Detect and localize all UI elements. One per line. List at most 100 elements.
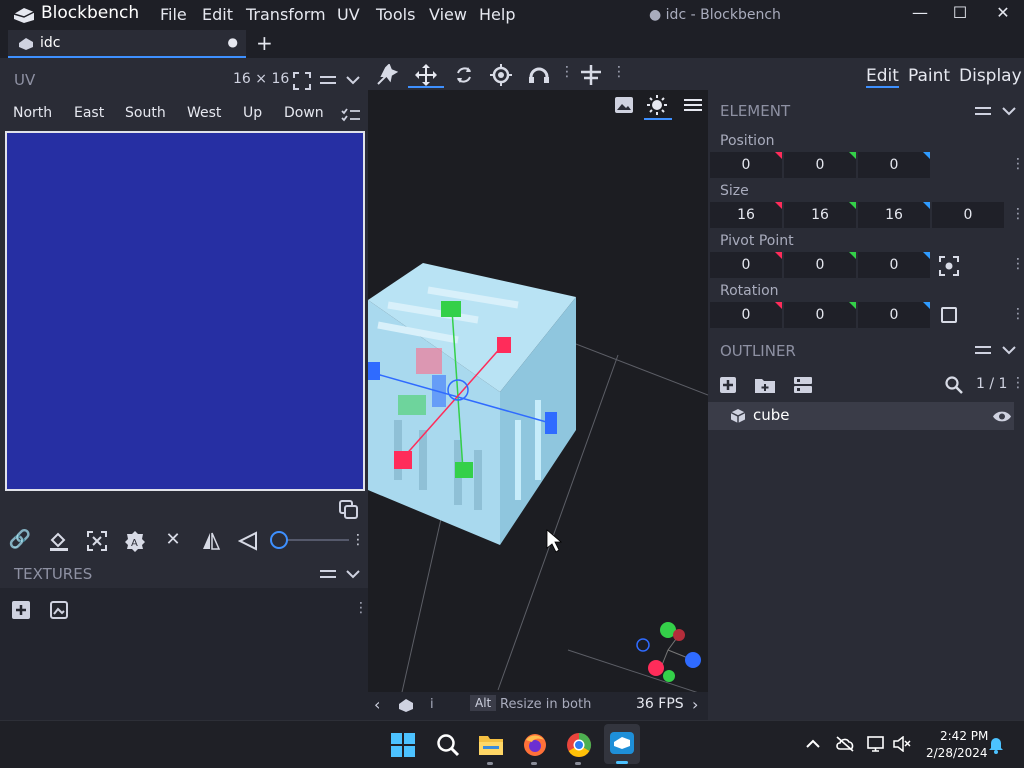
position-x-input[interactable]: 0 <box>710 152 782 178</box>
more-vertical-icon[interactable]: ⋮ <box>1011 375 1024 391</box>
background-image-icon[interactable] <box>614 96 634 114</box>
face-east[interactable]: East <box>74 105 104 121</box>
uv-slider-knob[interactable] <box>270 531 288 549</box>
checklist-icon[interactable] <box>341 107 361 123</box>
new-tab-button[interactable]: + <box>256 31 273 55</box>
copy-icon[interactable] <box>338 499 360 521</box>
size-x-input[interactable]: 16 <box>710 202 782 228</box>
eye-visibility-icon[interactable] <box>992 410 1012 423</box>
blockbench-taskbar-item[interactable] <box>604 724 640 764</box>
menu-file[interactable]: File <box>160 5 187 24</box>
more-vertical-icon[interactable]: ⋮ <box>354 600 368 616</box>
gizmo-x-handle[interactable] <box>497 337 511 353</box>
pivot-tool-icon[interactable] <box>490 64 512 86</box>
gizmo-y-handle-bottom[interactable] <box>455 462 473 478</box>
cloud-offline-icon[interactable] <box>835 736 855 752</box>
menu-transform[interactable]: Transform <box>246 5 326 24</box>
chevron-down-icon[interactable] <box>346 569 360 579</box>
3d-viewport[interactable] <box>368 90 708 720</box>
windows-start-icon[interactable] <box>391 733 415 757</box>
rotation-y-input[interactable]: 0 <box>784 302 856 328</box>
gizmo-plane-xz[interactable] <box>398 395 426 415</box>
gizmo-x-handle-front[interactable] <box>394 451 412 469</box>
uv-slider-track[interactable] <box>279 539 349 541</box>
menu-tools[interactable]: Tools <box>376 5 415 24</box>
chevron-left-icon[interactable]: ‹ <box>374 695 380 714</box>
chevron-down-icon[interactable] <box>1002 106 1016 116</box>
close-icon[interactable]: ✕ <box>989 3 1017 25</box>
more-vertical-icon[interactable]: ⋮ <box>560 64 574 80</box>
outliner-item-cube[interactable]: cube <box>708 402 1014 430</box>
chrome-icon[interactable] <box>566 732 592 758</box>
clock-date[interactable]: 2/28/2024 <box>926 746 988 760</box>
mode-paint[interactable]: Paint <box>908 66 950 86</box>
scene[interactable] <box>368 90 708 720</box>
search-icon[interactable] <box>436 733 460 757</box>
maximize-uv-icon[interactable] <box>86 530 108 552</box>
minimize-icon[interactable]: — <box>906 3 934 25</box>
rotation-z-input[interactable]: 0 <box>858 302 930 328</box>
size-y-input[interactable]: 16 <box>784 202 856 228</box>
menu-help[interactable]: Help <box>479 5 515 24</box>
more-vertical-icon[interactable]: ⋮ <box>1011 156 1024 172</box>
face-down[interactable]: Down <box>284 105 324 121</box>
menu-lines-icon[interactable] <box>320 568 336 580</box>
transform-space-icon[interactable] <box>580 64 602 86</box>
face-south[interactable]: South <box>125 105 166 121</box>
mirror-icon[interactable] <box>200 530 222 552</box>
add-cube-icon[interactable] <box>719 376 737 394</box>
uv-size-label[interactable]: 16 × 16 <box>233 71 289 87</box>
face-up[interactable]: Up <box>243 105 262 121</box>
pivot-z-input[interactable]: 0 <box>858 252 930 278</box>
pivot-y-input[interactable]: 0 <box>784 252 856 278</box>
menu-lines-icon[interactable] <box>975 105 991 117</box>
view-neg-y-icon[interactable] <box>663 670 675 682</box>
rotation-x-input[interactable]: 0 <box>710 302 782 328</box>
paint-bucket-icon[interactable] <box>48 530 70 552</box>
view-x-icon[interactable] <box>648 660 664 676</box>
tab-idc[interactable]: idc ● <box>8 30 246 58</box>
gizmo-y-handle[interactable] <box>441 301 461 317</box>
more-vertical-icon[interactable]: ⋮ <box>350 528 366 552</box>
face-north[interactable]: North <box>13 105 52 121</box>
network-icon[interactable] <box>867 735 887 753</box>
fullscreen-icon[interactable] <box>293 72 311 90</box>
view-neg-x-icon[interactable] <box>673 629 685 641</box>
more-vertical-icon[interactable]: ⋮ <box>612 64 626 80</box>
more-vertical-icon[interactable]: ⋮ <box>1011 206 1024 222</box>
resize-tool-icon[interactable] <box>454 65 474 85</box>
link-icon[interactable]: 🔗 <box>8 528 32 552</box>
hamburger-menu-icon[interactable] <box>684 98 702 112</box>
import-texture-icon[interactable] <box>11 600 31 620</box>
pivot-x-input[interactable]: 0 <box>710 252 782 278</box>
clear-x-icon[interactable]: ✕ <box>161 528 185 552</box>
gizmo-plane-xy[interactable] <box>416 348 442 374</box>
firefox-icon[interactable] <box>522 732 548 758</box>
volume-muted-icon[interactable] <box>893 736 911 752</box>
more-vertical-icon[interactable]: ⋮ <box>1011 256 1024 272</box>
gizmo-z-handle[interactable] <box>545 412 557 434</box>
create-texture-icon[interactable] <box>50 601 68 619</box>
rescale-checkbox-icon[interactable] <box>941 307 957 323</box>
menu-lines-icon[interactable] <box>320 74 336 86</box>
unsaved-dot-icon[interactable]: ● <box>228 35 238 49</box>
more-vertical-icon[interactable]: ⋮ <box>1011 306 1024 322</box>
center-pivot-icon[interactable] <box>939 256 959 276</box>
position-z-input[interactable]: 0 <box>858 152 930 178</box>
clock-time[interactable]: 2:42 PM <box>940 729 988 743</box>
size-z-input[interactable]: 16 <box>858 202 930 228</box>
add-group-icon[interactable] <box>754 376 776 394</box>
mode-edit[interactable]: Edit <box>866 66 899 88</box>
gizmo-z-handle-back[interactable] <box>368 362 380 380</box>
chevron-right-icon[interactable]: › <box>692 695 698 714</box>
position-y-input[interactable]: 0 <box>784 152 856 178</box>
view-z-icon[interactable] <box>685 652 701 668</box>
rotate-uv-icon[interactable] <box>238 531 258 551</box>
menu-edit[interactable]: Edit <box>202 5 233 24</box>
uv-editor-canvas[interactable] <box>5 131 365 491</box>
toolbar-wand-icon[interactable] <box>376 64 398 86</box>
view-neg-z-icon[interactable] <box>636 638 650 652</box>
mode-display[interactable]: Display <box>959 66 1022 86</box>
chevron-up-icon[interactable] <box>806 739 820 749</box>
file-explorer-icon[interactable] <box>478 733 504 757</box>
